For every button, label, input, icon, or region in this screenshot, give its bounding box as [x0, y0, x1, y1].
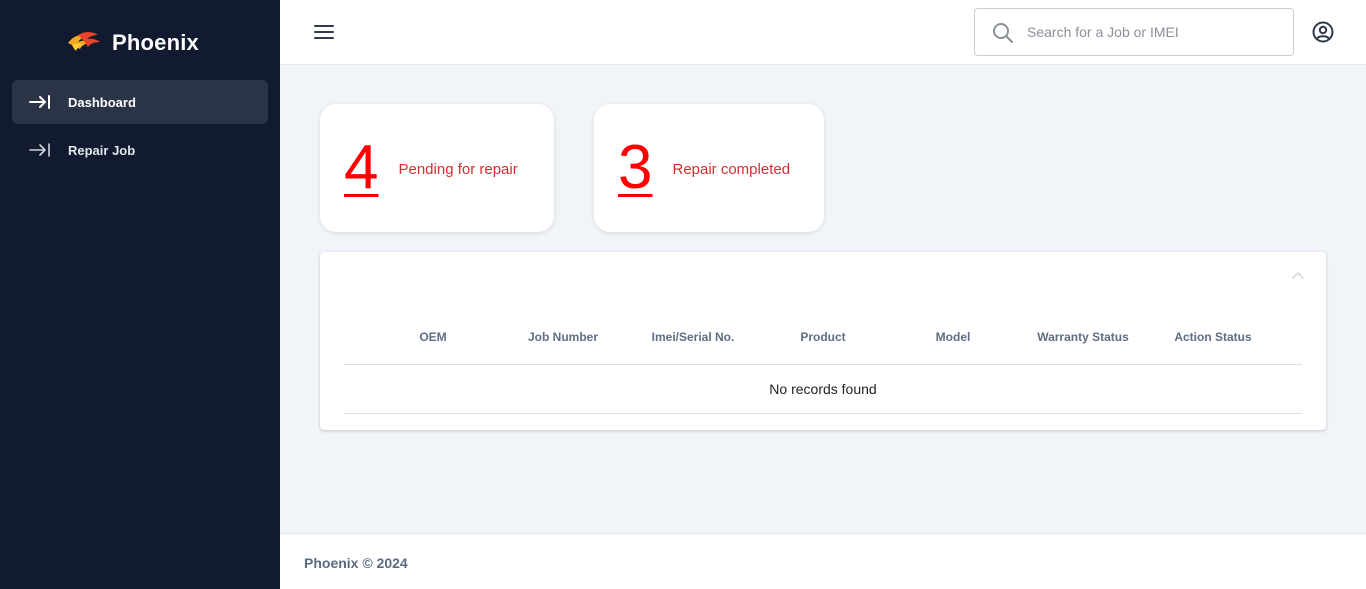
column-header-job-number[interactable]: Job Number: [498, 330, 628, 344]
brand-name: Phoenix: [112, 30, 199, 55]
search-icon[interactable]: [991, 21, 1015, 45]
completed-count-link[interactable]: 3: [618, 137, 652, 199]
empty-message: No records found: [344, 365, 1302, 414]
completed-label: Repair completed: [672, 160, 791, 178]
footer-text: Phoenix © 2024: [304, 555, 408, 571]
column-header-product[interactable]: Product: [758, 330, 888, 344]
search-box: [974, 8, 1294, 56]
arrow-right-to-line-icon: [28, 141, 52, 159]
pending-label: Pending for repair: [398, 160, 518, 178]
hamburger-menu-icon[interactable]: [314, 22, 334, 42]
column-header-warranty-status[interactable]: Warranty Status: [1018, 330, 1148, 344]
pending-count-link[interactable]: 4: [344, 137, 378, 199]
sidebar-item-label: Repair Job: [68, 142, 136, 158]
repair-jobs-table: OEM Job Number Imei/Serial No. Product M…: [320, 252, 1326, 430]
stat-card-completed: 3 Repair completed: [594, 104, 824, 232]
sidebar-item-repair-job[interactable]: Repair Job: [12, 128, 268, 172]
chevron-up-icon[interactable]: [1290, 268, 1306, 284]
sidebar-item-label: Dashboard: [68, 94, 136, 110]
sidebar: Phoenix Dashboard Repair Job: [0, 0, 280, 589]
footer: Phoenix © 2024: [280, 533, 1366, 589]
column-header-imei[interactable]: Imei/Serial No.: [628, 330, 758, 344]
search-input[interactable]: [1027, 9, 1287, 55]
column-header-model[interactable]: Model: [888, 330, 1018, 344]
sidebar-item-dashboard[interactable]: Dashboard: [12, 80, 268, 124]
brand[interactable]: Phoenix: [66, 28, 199, 58]
column-header-oem[interactable]: OEM: [368, 330, 498, 344]
user-circle-icon[interactable]: [1311, 20, 1335, 44]
table-header: OEM Job Number Imei/Serial No. Product M…: [344, 312, 1302, 365]
stat-card-pending: 4 Pending for repair: [320, 104, 554, 232]
column-header-action-status[interactable]: Action Status: [1148, 330, 1278, 344]
topbar: [280, 0, 1366, 65]
arrow-right-to-line-icon: [28, 93, 52, 111]
phoenix-logo-icon: [66, 29, 102, 58]
